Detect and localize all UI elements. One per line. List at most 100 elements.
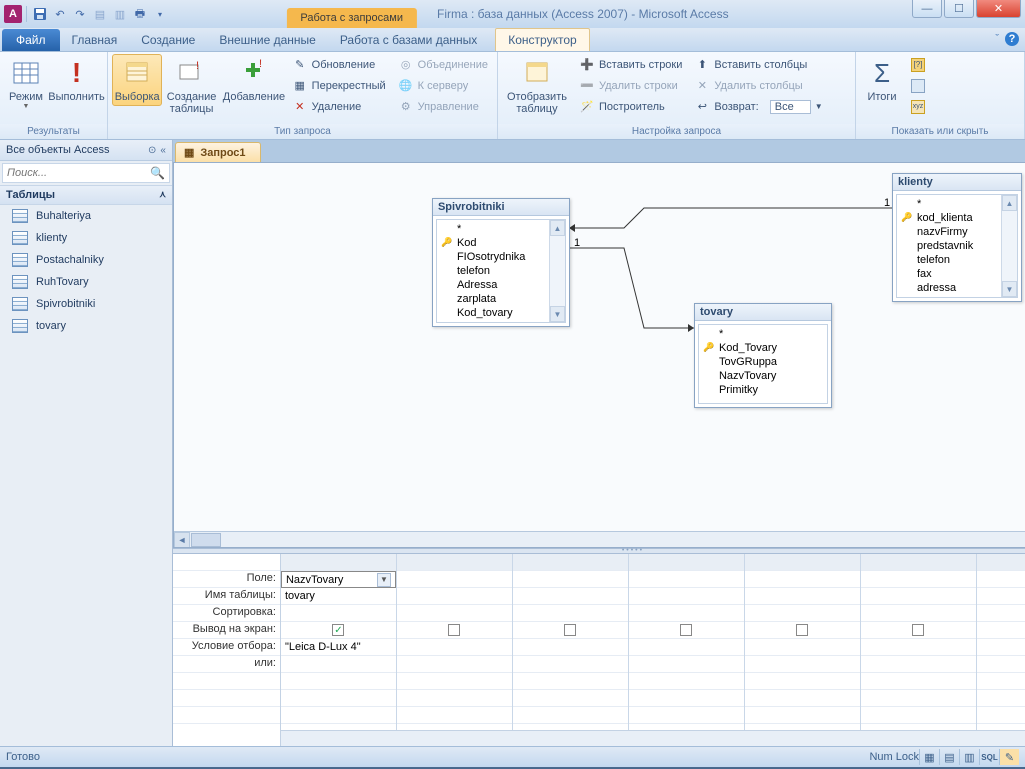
grid-col-6[interactable] (977, 554, 1025, 746)
propsheet-button[interactable] (906, 75, 930, 96)
window-minimize-button[interactable]: — (912, 0, 942, 18)
view-chart-icon[interactable]: ▥ (959, 749, 979, 765)
nav-item-ruhtovary[interactable]: RuhTovary (0, 271, 172, 293)
tab-create[interactable]: Создание (129, 29, 207, 51)
nav-item-tovary[interactable]: tovary (0, 315, 172, 337)
dropdown-icon[interactable]: ▼ (377, 573, 391, 587)
nav-group-tables[interactable]: Таблицы⋏ (0, 185, 172, 205)
nav-item-spivrobitniki[interactable]: Spivrobitniki (0, 293, 172, 315)
union-button[interactable]: ◎Объединение (393, 54, 493, 75)
app-icon[interactable]: A (4, 5, 22, 23)
nav-dropdown-icon[interactable]: ⊙ (148, 145, 156, 156)
view-pivot-icon[interactable]: ▤ (939, 749, 959, 765)
show-checkbox[interactable]: ✓ (332, 624, 344, 636)
insert-rows-button[interactable]: ➕Вставить строки (574, 54, 687, 75)
showtable-button[interactable]: Отобразить таблицу (502, 54, 572, 118)
delete-button[interactable]: ✕Удаление (287, 96, 391, 117)
svg-text:1: 1 (574, 237, 580, 249)
canvas-hscroll[interactable]: ◄► (174, 531, 1025, 547)
totals-button[interactable]: Σ Итоги (860, 54, 904, 106)
delete-rows-button[interactable]: ➖Удалить строки (574, 75, 687, 96)
update-button[interactable]: ✎Обновление (287, 54, 391, 75)
view-sql-icon[interactable]: SQL (979, 749, 999, 765)
run-icon: ! (61, 57, 93, 89)
grid-col-5[interactable] (861, 554, 977, 746)
run-button[interactable]: ! Выполнить (50, 54, 103, 106)
tablenames-icon: xyz (911, 100, 925, 114)
grid-col-0[interactable]: NazvTovary▼tovary✓"Leica D-Lux 4" (281, 554, 397, 746)
show-checkbox[interactable] (796, 624, 808, 636)
tab-home[interactable]: Главная (60, 29, 130, 51)
table-box-spivrobitniki[interactable]: Spivrobitniki * Kod FIOsotrydnika telefo… (432, 198, 570, 327)
builder-button[interactable]: 🪄Построитель (574, 96, 687, 117)
table-icon (12, 319, 28, 333)
show-checkbox[interactable] (564, 624, 576, 636)
search-icon[interactable]: 🔍 (150, 166, 165, 180)
qat-icon-2[interactable]: ▥ (111, 5, 129, 23)
show-checkbox[interactable] (680, 624, 692, 636)
nav-collapse-icon[interactable]: « (160, 145, 166, 156)
grid-col-3[interactable] (629, 554, 745, 746)
table-icon (12, 275, 28, 289)
grid-col-4[interactable] (745, 554, 861, 746)
view-button[interactable]: Режим ▼ (4, 54, 48, 113)
help-icon[interactable]: ? (1005, 32, 1019, 46)
grid-labels: Поле: Имя таблицы: Сортировка: Вывод на … (173, 554, 281, 746)
return-select[interactable]: ↩Возврат: Все▼ (689, 96, 827, 117)
design-canvas[interactable]: 1 1 Spivrobitniki * Kod FIOsotrydnika te… (174, 163, 1025, 531)
qat-icon-1[interactable]: ▤ (91, 5, 109, 23)
show-checkbox[interactable] (912, 624, 924, 636)
union-icon: ◎ (398, 57, 414, 73)
update-icon: ✎ (292, 57, 308, 73)
delete-icon: ✕ (292, 99, 308, 115)
status-numlock: Num Lock (869, 751, 919, 763)
crosstab-button[interactable]: ▦Перекрестный (287, 75, 391, 96)
crosstab-icon: ▦ (292, 78, 308, 94)
delete-cols-button[interactable]: ✕Удалить столбцы (689, 75, 827, 96)
group-collapse-icon[interactable]: ⋏ (159, 189, 166, 201)
params-button[interactable]: [?] (906, 54, 930, 75)
tablenames-button[interactable]: xyz (906, 96, 930, 117)
qat-redo-icon[interactable]: ↷ (71, 5, 89, 23)
delete-cols-icon: ✕ (694, 78, 710, 94)
table-box-tovary[interactable]: tovary * Kod_Tovary TovGRuppa NazvTovary… (694, 303, 832, 408)
tab-design[interactable]: Конструктор (495, 28, 589, 51)
maketable-icon: ! (176, 57, 208, 89)
tab-dbtools[interactable]: Работа с базами данных (328, 29, 489, 51)
qat-undo-icon[interactable]: ↶ (51, 5, 69, 23)
status-ready: Готово (6, 751, 40, 763)
nav-item-klienty[interactable]: klienty (0, 227, 172, 249)
ribbon-minimize-icon[interactable]: ˇ (995, 33, 999, 45)
window-maximize-button[interactable]: ☐ (944, 0, 974, 18)
append-icon: ! (237, 57, 269, 89)
qat-print-icon[interactable]: 🖶 (131, 5, 149, 23)
tab-file[interactable]: Файл (2, 29, 60, 51)
append-button[interactable]: ! Добавление (221, 54, 285, 106)
delete-rows-icon: ➖ (579, 78, 595, 94)
table-box-klienty[interactable]: klienty * kod_klienta nazvFirmy predstav… (892, 173, 1022, 302)
maketable-button[interactable]: ! Создание таблицы (164, 54, 219, 118)
nav-search[interactable]: 🔍 (2, 163, 170, 183)
grid-col-2[interactable] (513, 554, 629, 746)
insert-cols-button[interactable]: ⬆Вставить столбцы (689, 54, 827, 75)
search-input[interactable] (7, 167, 150, 179)
select-query-button[interactable]: Выборка (112, 54, 162, 106)
qat-customize-icon[interactable]: ▾ (151, 5, 169, 23)
view-design-icon[interactable]: ✎ (999, 749, 1019, 765)
status-bar: Готово Num Lock ▦ ▤ ▥ SQL ✎ (0, 746, 1025, 767)
tab-external[interactable]: Внешние данные (207, 29, 328, 51)
grid-col-1[interactable] (397, 554, 513, 746)
doc-tab-query1[interactable]: ▦ Запрос1 (175, 142, 261, 162)
view-datasheet-icon[interactable]: ▦ (919, 749, 939, 765)
window-close-button[interactable]: ✕ (976, 0, 1021, 18)
view-icon (10, 57, 42, 89)
show-checkbox[interactable] (448, 624, 460, 636)
grid-hscroll[interactable] (281, 730, 1025, 746)
nav-item-postachalniky[interactable]: Postachalniky (0, 249, 172, 271)
passthrough-button[interactable]: 🌐К серверу (393, 75, 493, 96)
group-setup-label: Настройка запроса (498, 124, 855, 139)
nav-header[interactable]: Все объекты Access ⊙« (0, 140, 172, 161)
qat-save-icon[interactable] (31, 5, 49, 23)
nav-item-buhalteriya[interactable]: Buhalteriya (0, 205, 172, 227)
ddl-button[interactable]: ⚙Управление (393, 96, 493, 117)
